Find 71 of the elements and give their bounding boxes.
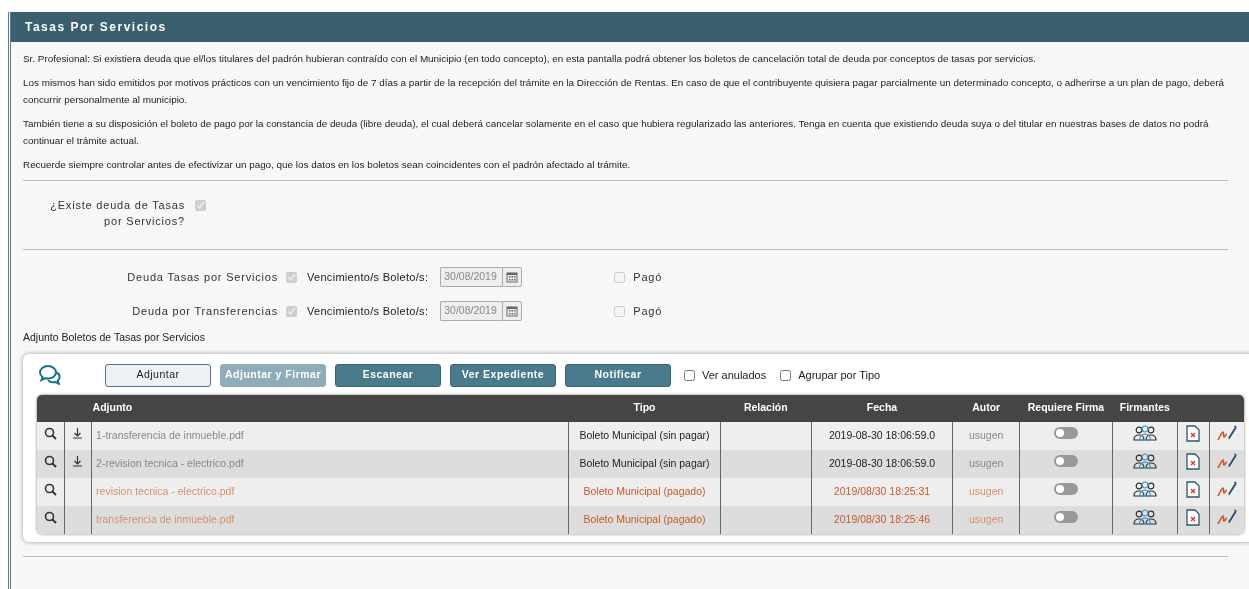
chat-icon[interactable]	[39, 365, 61, 386]
type-text: Boleto Municipal (pagado)	[583, 512, 706, 525]
toolbar-button[interactable]: Adjuntar	[105, 363, 211, 387]
author-text: usugen	[968, 456, 1004, 469]
delete-document-icon[interactable]	[1186, 508, 1201, 526]
download-icon[interactable]	[72, 427, 84, 440]
date-text: 2019-08-30 18:06:59.0	[828, 428, 936, 441]
panel-title: Tasas Por Servicios	[11, 12, 1249, 42]
toolbar-button[interactable]: Escanear	[335, 363, 441, 387]
sign-icon[interactable]	[1217, 424, 1237, 443]
file-link[interactable]: revision tecnica - electrico.pdf	[96, 484, 235, 497]
file-link[interactable]: 2-revision tecnica - electrico.pdf	[96, 456, 244, 469]
option-checkbox[interactable]	[684, 369, 695, 381]
column-header: Adjunto	[92, 401, 133, 414]
search-icon[interactable]	[43, 510, 57, 524]
file-link[interactable]: transferencia de inmueble.pdf	[96, 512, 235, 525]
toolbar-button[interactable]: Notificar	[565, 363, 671, 387]
sign-icon[interactable]	[1217, 480, 1237, 499]
toggle-switch[interactable]	[1054, 511, 1078, 524]
search-icon[interactable]	[43, 454, 57, 468]
toolbar-button[interactable]: Ver Expediente	[450, 363, 556, 387]
type-text: Boleto Municipal (pagado)	[583, 484, 706, 497]
section-title: Adjunto Boletos de Tasas por Servicios	[23, 330, 206, 345]
toggle-switch[interactable]	[1054, 427, 1078, 440]
column-header: Autor	[972, 401, 1001, 414]
debt-label: Deuda Tasas por Servicios	[126, 269, 278, 285]
debt-label: Deuda por Transferencias	[131, 303, 278, 319]
option-label: Agrupar por Tipo	[798, 368, 881, 383]
paid-label: Pagó	[633, 269, 663, 285]
date-field[interactable]: 30/08/2019	[440, 267, 503, 287]
people-icon[interactable]	[1132, 425, 1157, 442]
date-text: 2019/08/30 18:25:46	[833, 512, 931, 525]
search-icon[interactable]	[43, 426, 57, 440]
due-date-label: Vencimiento/s Boleto/s:	[307, 269, 429, 285]
people-icon[interactable]	[1132, 481, 1157, 498]
date-field[interactable]: 30/08/2019	[440, 301, 503, 321]
type-text: Boleto Municipal (sin pagar)	[579, 456, 710, 469]
toggle-switch[interactable]	[1054, 483, 1078, 496]
column-header: Fecha	[866, 401, 898, 414]
author-text: usugen	[968, 512, 1004, 525]
column-header: Tipo	[633, 401, 656, 414]
date-text: 2019/08/30 18:25:31	[833, 484, 931, 497]
option-checkbox[interactable]	[780, 369, 792, 381]
search-icon[interactable]	[43, 482, 57, 496]
paid-label: Pagó	[633, 303, 663, 319]
sign-icon[interactable]	[1217, 452, 1237, 471]
delete-document-icon[interactable]	[1186, 424, 1201, 442]
question-label: ¿Existe deuda de Tasas por Servicios?	[49, 198, 185, 229]
file-link[interactable]: 1-transferencia de inmueble.pdf	[96, 428, 244, 441]
sign-icon[interactable]	[1217, 508, 1237, 527]
download-icon[interactable]	[72, 455, 84, 468]
column-header: Relación	[743, 401, 788, 414]
author-text: usugen	[968, 484, 1004, 497]
paragraph: También tiene a su disposición el boleto de pago por la constancia de deuda (libre deuda), el cual deberá cancelar solamente en el caso que hubiera regularizado las anteriores. Tenga en cuenta que existiendo deuda suya o del titular en nuestras bases de datos no podrá continuar el trámite actual.	[23, 117, 1210, 148]
calendar-icon[interactable]	[506, 271, 519, 283]
people-icon[interactable]	[1132, 509, 1157, 526]
date-text: 2019-08-30 18:06:59.0	[828, 456, 936, 469]
due-date-label: Vencimiento/s Boleto/s:	[307, 303, 429, 319]
delete-document-icon[interactable]	[1186, 480, 1201, 498]
paragraph: Recuerde siempre controlar antes de efectivizar un pago, que los datos en los boletos sean coincidentes con el padrón afectado al trámite.	[23, 158, 632, 172]
option-label: Ver anulados	[702, 368, 767, 383]
people-icon[interactable]	[1132, 453, 1157, 470]
column-header: Firmantes	[1119, 401, 1170, 414]
paragraph: Sr. Profesional: Si existiera deuda que el/los titulares del padrón hubieran contraído con el Municipio (en todo concepto), en esta pantalla podrá obtener los boletos de cancelación total de deuda por conceptos de tasas por servicios.	[23, 52, 1037, 66]
paragraph: Los mismos han sido emitidos por motivos prácticos con un vencimiento fijo de 7 días a partir de la recepción del trámite en la Dirección de Rentas. En caso de que el contribuyente quisiera pagar parcialmente un determinado concepto, o adherirse a un plan de pago, deberá concurrir personalmente al municipio.	[23, 76, 1226, 107]
author-text: usugen	[968, 428, 1004, 441]
calendar-icon[interactable]	[506, 305, 519, 317]
delete-document-icon[interactable]	[1186, 452, 1201, 470]
toggle-switch[interactable]	[1054, 455, 1078, 468]
column-header: Requiere Firma	[1027, 401, 1105, 414]
type-text: Boleto Municipal (sin pagar)	[579, 428, 710, 441]
